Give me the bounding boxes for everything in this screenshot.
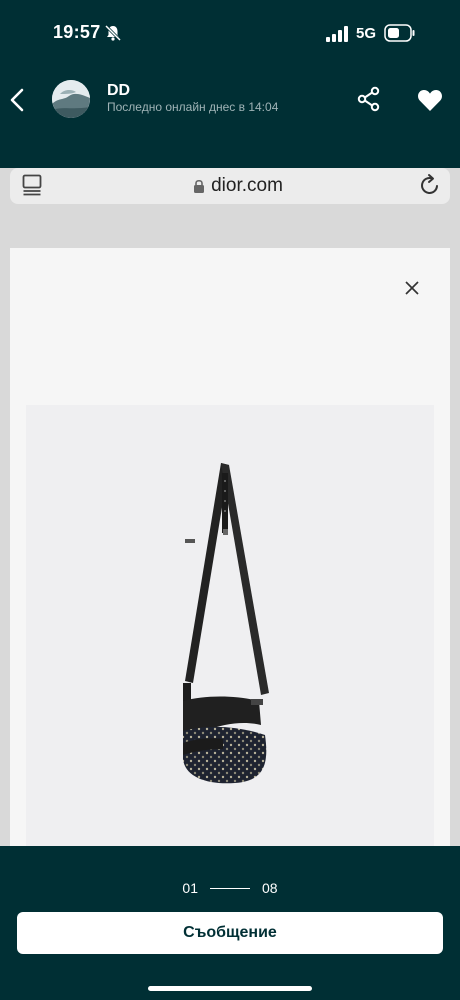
avatar-image	[52, 80, 90, 118]
battery-icon	[384, 24, 415, 42]
bell-muted-icon	[104, 24, 122, 42]
url-field: dior.com	[10, 168, 450, 204]
contact-status: Последно онлайн днес в 14:04	[107, 100, 279, 114]
message-button[interactable]: Съобщение	[17, 912, 443, 954]
lock-icon	[194, 179, 205, 193]
back-icon[interactable]	[8, 86, 28, 114]
image-pager: 01 08	[0, 880, 460, 896]
pager-total: 08	[262, 880, 278, 896]
product-modal	[10, 248, 450, 846]
contact-name: DD	[107, 82, 131, 99]
share-icon[interactable]	[356, 86, 382, 112]
avatar[interactable]	[52, 80, 90, 118]
saddle-bag-image	[183, 463, 269, 784]
url-text: dior.com	[211, 175, 283, 196]
browser-address-bar: dior.com	[10, 168, 450, 204]
status-bar: 19:57 5G	[0, 0, 460, 62]
reload-icon	[421, 174, 438, 194]
home-indicator	[148, 986, 312, 991]
chat-header: DD Последно онлайн днес в 14:04	[0, 62, 460, 168]
network-label: 5G	[356, 25, 377, 42]
close-icon	[405, 281, 419, 295]
signal-icon	[326, 26, 348, 42]
pager-divider	[210, 887, 250, 889]
bottom-panel: 01 08 Съобщение	[0, 846, 460, 1000]
heart-icon[interactable]	[417, 88, 443, 112]
status-time: 19:57	[53, 22, 101, 42]
pager-current: 01	[182, 880, 198, 896]
listing-image-area[interactable]: dior.com	[0, 168, 460, 846]
